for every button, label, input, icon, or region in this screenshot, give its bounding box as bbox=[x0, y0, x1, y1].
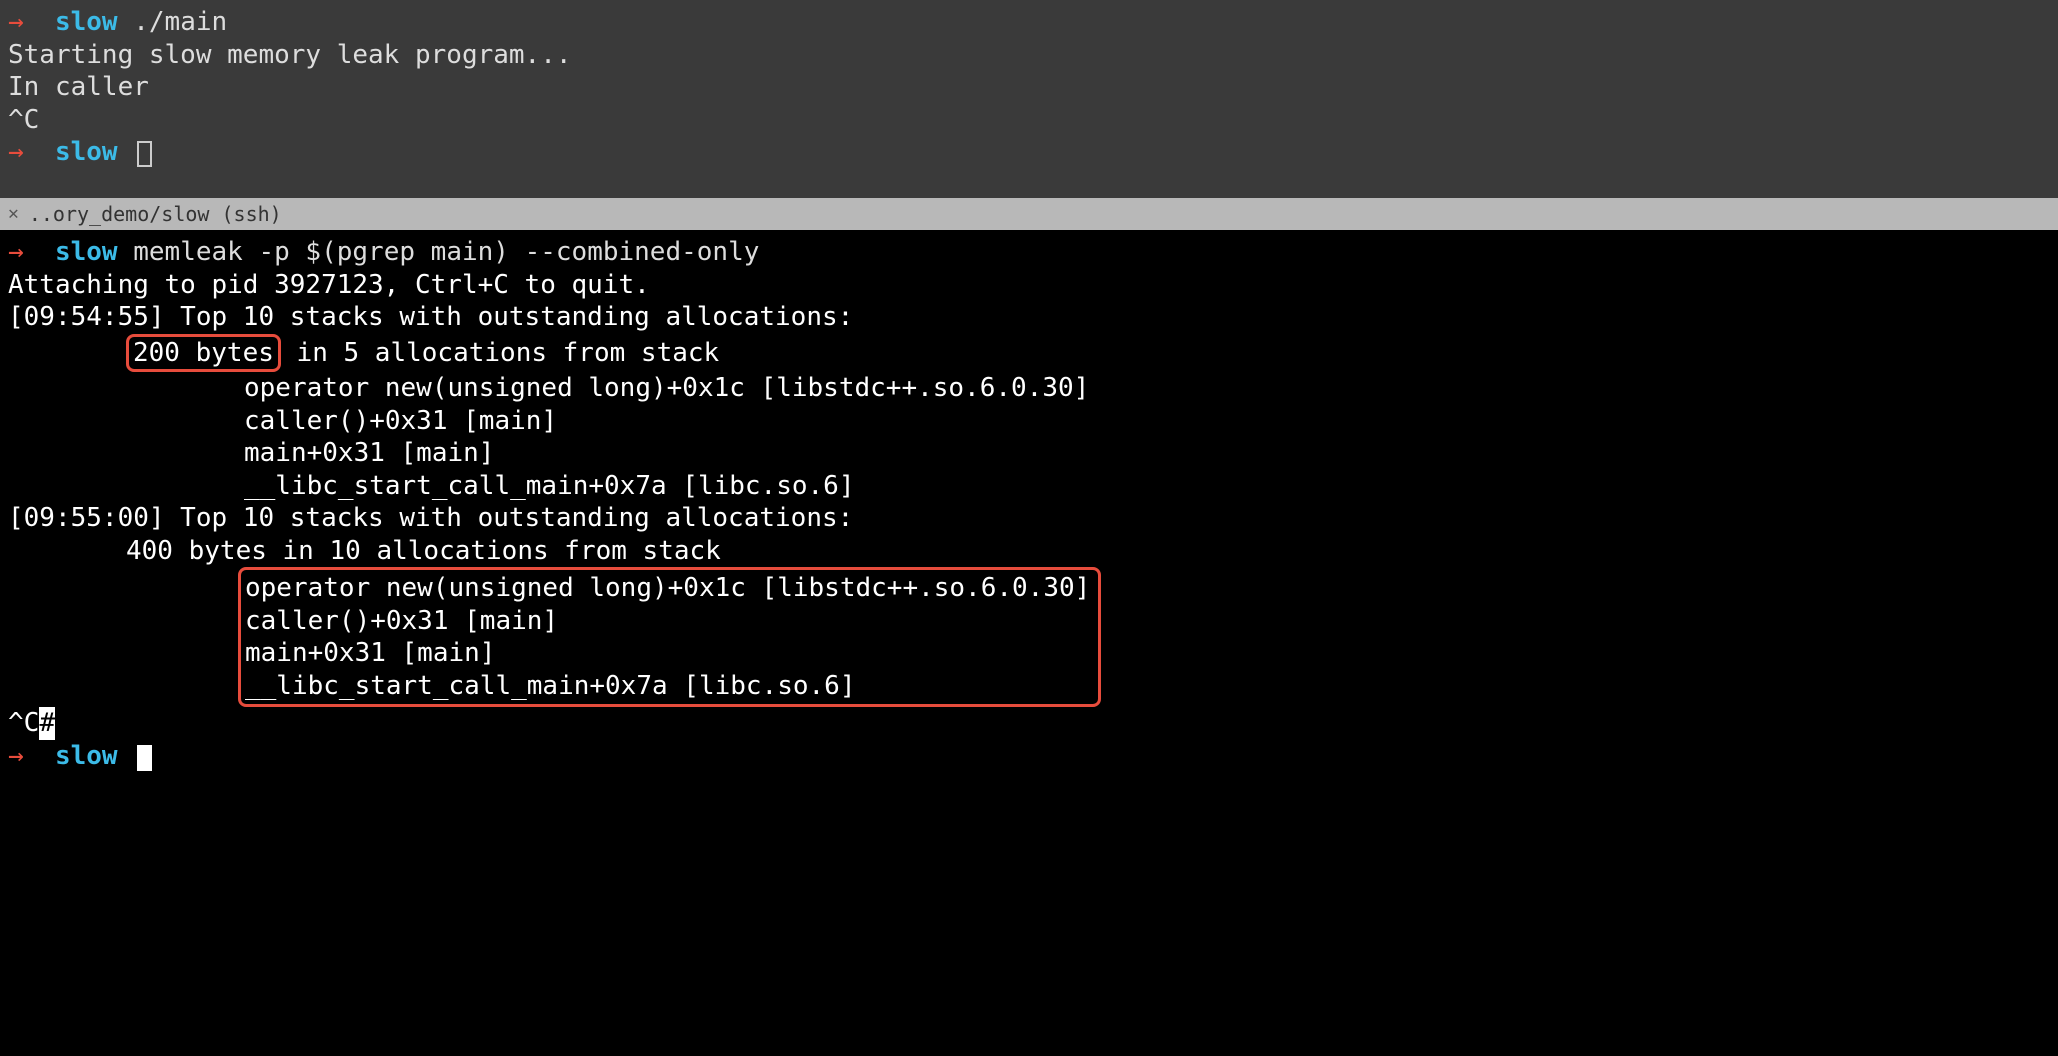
prompt-arrow-icon: → bbox=[8, 741, 24, 771]
output-line: Attaching to pid 3927123, Ctrl+C to quit… bbox=[8, 269, 2050, 302]
command-text: ./main bbox=[133, 7, 227, 37]
output-line: [09:54:55] Top 10 stacks with outstandin… bbox=[8, 301, 2050, 334]
output-line: ^C# bbox=[8, 707, 2050, 740]
prompt-context: slow bbox=[55, 237, 118, 267]
output-line: In caller bbox=[8, 71, 2050, 104]
prompt-context: slow bbox=[55, 741, 118, 771]
output-line: ^C bbox=[8, 104, 2050, 137]
highlight-annotation: operator new(unsigned long)+0x1c [libstd… bbox=[238, 567, 1101, 707]
cursor-icon bbox=[137, 745, 152, 771]
terminal-pane-bottom[interactable]: → slow memleak -p $(pgrep main) --combin… bbox=[0, 230, 2058, 778]
tab-close-button[interactable]: ✕ bbox=[8, 203, 19, 226]
output-line: Starting slow memory leak program... bbox=[8, 39, 2050, 72]
highlight-block-wrapper: operator new(unsigned long)+0x1c [libstd… bbox=[8, 567, 2050, 707]
prompt-arrow-icon: → bbox=[8, 7, 24, 37]
prompt-context: slow bbox=[55, 137, 118, 167]
stack-frame: __libc_start_call_main+0x7a [libc.so.6] bbox=[245, 671, 855, 701]
prompt-line: → slow memleak -p $(pgrep main) --combin… bbox=[8, 236, 2050, 269]
cursor-icon: # bbox=[39, 707, 55, 740]
stack-frame: caller()+0x31 [main] bbox=[245, 606, 558, 636]
stack-frame: caller()+0x31 [main] bbox=[8, 405, 2050, 438]
output-line: 200 bytes in 5 allocations from stack bbox=[8, 334, 2050, 373]
prompt-line: → slow ./main bbox=[8, 6, 2050, 39]
output-text: in 5 allocations from stack bbox=[281, 338, 719, 368]
stack-frame: main+0x31 [main] bbox=[245, 638, 495, 668]
prompt-line: → slow bbox=[8, 136, 2050, 169]
interrupt-text: ^C bbox=[8, 708, 39, 738]
cursor-icon bbox=[137, 141, 152, 167]
output-line: 400 bytes in 10 allocations from stack bbox=[8, 535, 2050, 568]
command-text: memleak -p $(pgrep main) --combined-only bbox=[133, 237, 759, 267]
stack-frame: operator new(unsigned long)+0x1c [libstd… bbox=[8, 372, 2050, 405]
tab-title[interactable]: ..ory_demo/slow (ssh) bbox=[29, 202, 282, 227]
terminal-pane-top[interactable]: → slow ./main Starting slow memory leak … bbox=[0, 0, 2058, 198]
output-line: [09:55:00] Top 10 stacks with outstandin… bbox=[8, 502, 2050, 535]
stack-frame: __libc_start_call_main+0x7a [libc.so.6] bbox=[8, 470, 2050, 503]
prompt-arrow-icon: → bbox=[8, 137, 24, 167]
tab-bar: ✕ ..ory_demo/slow (ssh) bbox=[0, 198, 2058, 230]
stack-frame: operator new(unsigned long)+0x1c [libstd… bbox=[245, 573, 1090, 603]
prompt-line: → slow bbox=[8, 740, 2050, 773]
prompt-arrow-icon: → bbox=[8, 237, 24, 267]
prompt-context: slow bbox=[55, 7, 118, 37]
highlight-annotation: 200 bytes bbox=[126, 334, 281, 373]
stack-frame: main+0x31 [main] bbox=[8, 437, 2050, 470]
